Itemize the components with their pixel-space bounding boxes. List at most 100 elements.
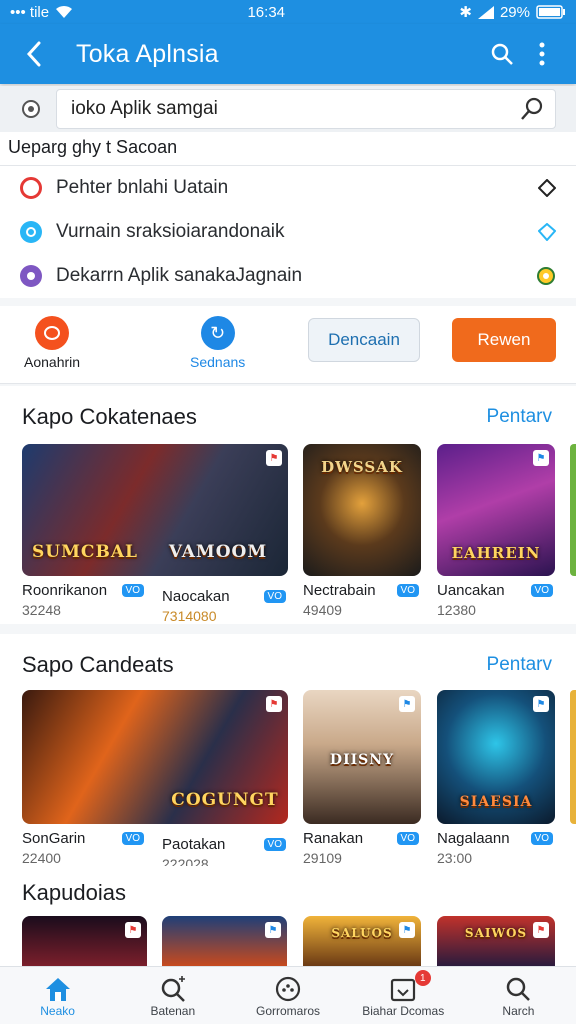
back-button[interactable] [14,34,54,74]
status-bar: ••• tile 16:34 ✱ 29% [0,0,576,24]
download-count: 23:00 [437,850,473,866]
nav-home[interactable]: Neako [0,967,115,1024]
nav-label: Gorromaros [256,1003,321,1018]
app-art-title: DIISNY [329,752,395,768]
app-thumbnail: ⚑ SIAESIA [437,690,555,824]
music-icon [20,265,42,287]
version-badge: VO [121,584,144,597]
more-vert-icon [539,42,545,66]
chat-action-label: Aonahrin [24,354,81,370]
nav-search[interactable]: Narch [461,967,576,1024]
share-action-label: Sednans [190,354,246,370]
nav-updates[interactable]: 1 Biahar Dcomas [346,967,461,1024]
see-more-link[interactable]: Pentarv [487,654,552,676]
action-row: Aonahrin ↻ Sednans Dencaain Rewen [0,306,576,384]
suggestion-item[interactable]: Dekarrn Aplik sanakaJagnain [0,254,576,298]
app-art-title: SALUOS [331,926,393,940]
diamond-outline-icon [538,223,556,241]
next-card-peek [570,690,576,824]
app-art-title: SIAESIA [459,794,533,810]
version-badge: VO [263,838,286,851]
app-name: Roonrikanon [22,582,108,599]
section-title: Kapo Cokatenaes [22,404,197,429]
suggestions-header: Ueparg ghy t Sacoan [0,132,576,166]
battery-percent: 29% [499,3,530,21]
suggestion-list: Pehter bnlahi Uatain Vurnain sraksioiara… [0,166,576,298]
fire-icon [20,177,42,199]
suggestion-item[interactable]: Vurnain sraksioiarandonaik [0,210,576,254]
app-card[interactable]: ⚑ [22,916,147,966]
flag-icon: ⚑ [533,696,549,712]
app-thumbnail: ⚑ DIISNY [303,690,421,824]
app-art-title: SUMCBAL [32,542,138,562]
flag-icon: ⚑ [266,696,282,712]
cancel-button[interactable]: Dencaain [308,318,420,362]
version-badge: VO [530,832,553,845]
app-name: Ranakan [303,830,364,847]
app-art-title: SAIWOS [464,926,528,940]
diamond-icon [538,179,556,197]
overflow-menu-button[interactable] [522,34,562,74]
share-action[interactable]: ↻ Sednans [190,316,245,370]
app-name: SonGarin [22,830,86,847]
flag-icon: ⚑ [265,922,281,938]
app-card[interactable]: ⚑ SAIWOS [437,916,555,966]
see-more-link[interactable]: Pentarv [487,406,552,428]
target-icon [537,267,555,285]
app-card[interactable]: ⚑ DIISNY Ranakan VO 29109 [303,690,421,866]
flag-icon: ⚑ [399,696,415,712]
section-popular: Kapo Cokatenaes Pentarv ⚑ SUMCBAL VAMOOM… [0,386,576,624]
suggestion-label: Pehter bnlahi Uatain [56,177,229,198]
app-thumbnail: ⚑ [162,916,287,966]
search-row [0,86,576,132]
app-thumbnail: ⚑ COGUNGT [22,690,288,824]
inbox-icon [389,974,417,1004]
app-title: Toka Aplnsia [76,39,219,68]
flag-icon: ⚑ [125,922,141,938]
nav-explore[interactable]: Batenan [115,967,230,1024]
app-card[interactable]: ⚑ SALUOS [303,916,421,966]
flag-icon: ⚑ [533,450,549,466]
nav-categories[interactable]: Gorromaros [230,967,345,1024]
download-count: 7314080 [162,608,217,624]
history-icon[interactable] [18,96,44,122]
section-title: Kapudoias [22,880,126,905]
suggestion-label: Vurnain sraksioiarandonaik [56,221,285,242]
search-button[interactable] [482,34,522,74]
search-input[interactable] [71,98,519,120]
download-count: 29109 [303,850,342,866]
suggestion-item[interactable]: Pehter bnlahi Uatain [0,166,576,210]
download-count: 49409 [303,602,342,618]
app-name: Paotakan [162,836,226,853]
download-count: 12380 [437,602,476,618]
suggestion-label: Dekarrn Aplik sanakaJagnain [56,265,303,286]
status-clock: 16:34 [247,3,286,21]
app-card[interactable]: ⚑ [162,916,287,966]
version-badge: VO [263,590,286,603]
next-card-peek [570,444,576,576]
search-box[interactable] [56,89,556,129]
chat-bubble-icon [35,316,70,350]
app-art-title: EAHREIN [451,544,541,562]
confirm-button[interactable]: Rewen [452,318,556,362]
app-thumbnail: ⚑ EAHREIN [437,444,555,576]
app-card[interactable]: ⚑ SIAESIA Nagalaann VO 23:00 [437,690,555,866]
nav-label: Biahar Dcomas [362,1003,445,1018]
app-card[interactable]: Naocakan VO 7314080 [162,582,288,624]
status-indicators: ••• tile [10,3,50,21]
app-thumbnail: ⚑ SALUOS [303,916,421,966]
search-icon [491,43,513,65]
app-thumbnail: ⚑ SUMCBAL VAMOOM [22,444,288,576]
search-submit-icon[interactable] [519,96,545,122]
chat-action[interactable]: Aonahrin [24,316,80,370]
app-card[interactable]: ⚑ EAHREIN Uancakan VO 12380 [437,444,555,618]
app-name: Uancakan [437,582,505,599]
search-plus-icon [159,974,187,1004]
refresh-icon [20,221,42,243]
compass-icon [274,974,302,1004]
app-name: Nagalaann [437,830,510,847]
section-title: Sapo Candeats [22,652,174,677]
app-name: Naocakan [162,588,230,605]
section-kapudoias: Kapudoias ⚑ ⚑ ⚑ SALUOS ⚑ SAIWOS [0,866,576,966]
app-card[interactable]: DWSSAK Nectrabain VO 49409 [303,444,421,618]
